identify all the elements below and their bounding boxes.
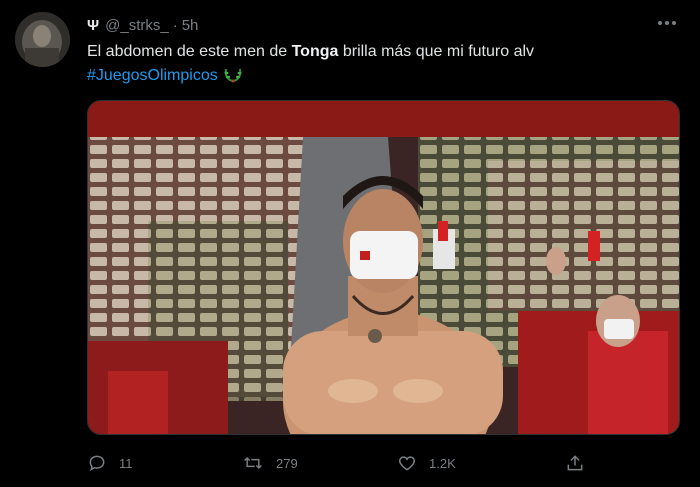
share-button[interactable] [565, 452, 597, 474]
reply-icon [89, 455, 105, 472]
retweet-button[interactable]: 279 [242, 452, 298, 474]
reply-button[interactable]: 11 [87, 452, 133, 474]
tweet-media-gif[interactable] [87, 100, 680, 435]
author-name[interactable]: Ψ [87, 17, 99, 34]
tweet-text: El abdomen de este men de Tonga brilla m… [87, 40, 677, 88]
author-handle[interactable]: @_strks_ [105, 17, 169, 34]
laurel-wreath-icon [224, 68, 242, 83]
reply-count: 11 [119, 455, 133, 471]
like-count: 1.2K [429, 455, 456, 471]
gif-image [88, 101, 679, 434]
hashtag-link[interactable]: #JuegosOlimpicos [87, 67, 218, 84]
like-button[interactable]: 1.2K [397, 452, 456, 474]
tweet-text-part: brilla más que mi futuro alv [338, 43, 535, 60]
heart-icon [398, 456, 416, 471]
tweet-text-bold: Tonga [291, 43, 339, 60]
avatar[interactable] [15, 12, 70, 67]
retweet-count: 279 [276, 455, 298, 471]
retweet-icon [244, 456, 262, 470]
timestamp[interactable]: 5h [182, 17, 199, 34]
separator: · [172, 16, 178, 34]
more-options-button[interactable] [655, 12, 679, 34]
more-horizontal-icon [658, 21, 676, 25]
tweet-header: Ψ @_strks_ · 5h [87, 16, 198, 34]
share-icon [567, 455, 583, 471]
tweet[interactable]: Ψ @_strks_ · 5h El abdomen de este men d… [0, 0, 700, 487]
tweet-text-part: El abdomen de este men de [87, 43, 292, 60]
tweet-actions: 11 279 1.2K [87, 452, 627, 474]
